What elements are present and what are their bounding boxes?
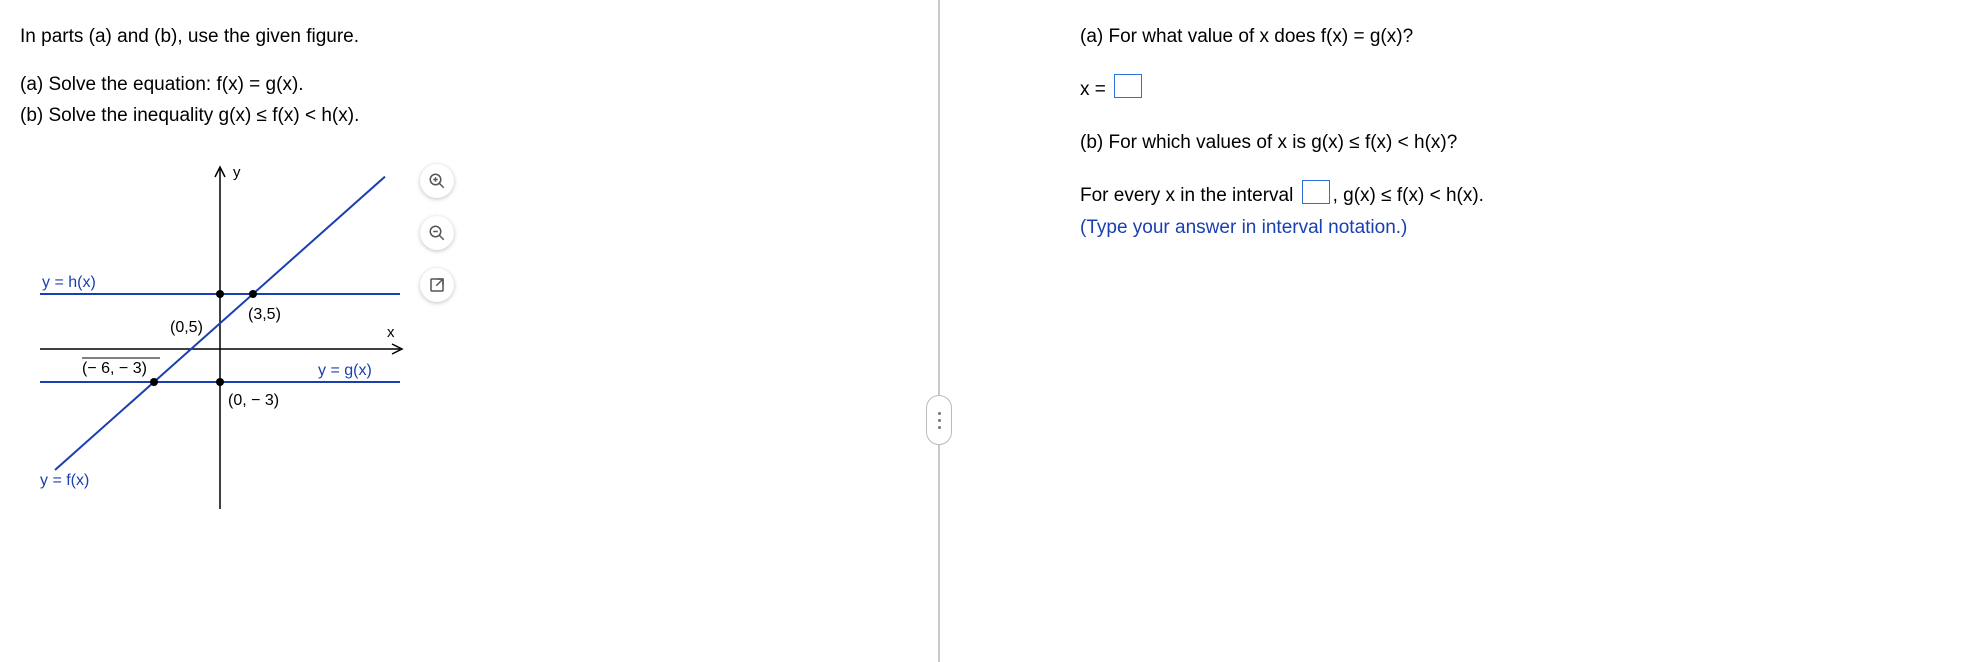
- left-pane: In parts (a) and (b), use the given figu…: [20, 24, 920, 529]
- graph-toolbar: [420, 164, 454, 302]
- part-a-text: (a) Solve the equation: f(x) = g(x).: [20, 72, 920, 98]
- part-b-text: (b) Solve the inequality g(x) ≤ f(x) < h…: [20, 103, 920, 129]
- zoom-in-icon: [428, 172, 446, 190]
- label-h: y = h(x): [42, 274, 96, 291]
- answer-a-input[interactable]: [1114, 74, 1142, 98]
- pane-divider: [938, 0, 940, 662]
- pt-0-neg3: (0, − 3): [228, 392, 279, 409]
- question-b: (b) For which values of x is g(x) ≤ f(x)…: [1080, 130, 1780, 156]
- interval-suffix: , g(x) ≤ f(x) < h(x).: [1333, 185, 1484, 206]
- interval-hint: (Type your answer in interval notation.): [1080, 215, 1780, 241]
- label-f: y = f(x): [40, 472, 89, 489]
- interval-prefix: For every x in the interval: [1080, 185, 1293, 206]
- zoom-out-icon: [428, 224, 446, 242]
- answer-a-line: x =: [1080, 74, 1780, 103]
- zoom-out-button[interactable]: [420, 216, 454, 250]
- answer-b-input[interactable]: [1302, 180, 1330, 204]
- label-g: y = g(x): [318, 362, 372, 379]
- pt-0-5: (0,5): [170, 319, 203, 336]
- x-axis-label: x: [387, 324, 395, 341]
- figure-graph: y x y = h(x) y = g(x) y = f(x): [20, 159, 440, 529]
- y-axis-label: y: [233, 164, 241, 181]
- x-equals-label: x =: [1080, 79, 1106, 100]
- question-a: (a) For what value of x does f(x) = g(x)…: [1080, 24, 1780, 50]
- right-pane: (a) For what value of x does f(x) = g(x)…: [1080, 24, 1780, 246]
- answer-b-line: For every x in the interval , g(x) ≤ f(x…: [1080, 180, 1780, 209]
- zoom-in-button[interactable]: [420, 164, 454, 198]
- pane-divider-handle[interactable]: [926, 395, 952, 445]
- graph-svg: y x y = h(x) y = g(x) y = f(x): [20, 159, 410, 529]
- pt-3-5: (3,5): [248, 306, 281, 323]
- popout-icon: [428, 276, 446, 294]
- intro-text: In parts (a) and (b), use the given figu…: [20, 24, 920, 50]
- popout-button[interactable]: [420, 268, 454, 302]
- pt-neg6-neg3: (− 6, − 3): [82, 360, 147, 377]
